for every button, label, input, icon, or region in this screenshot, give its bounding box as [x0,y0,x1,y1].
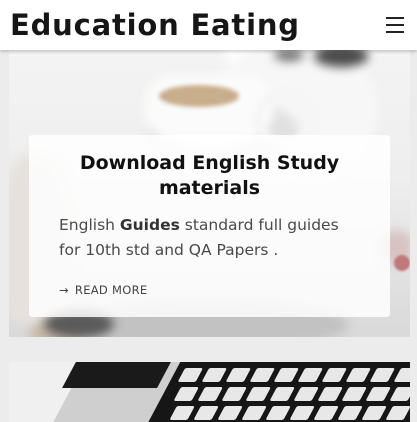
hamburger-menu-icon[interactable] [383,13,407,37]
keyboard-key [201,368,228,382]
site-header: Education Eating [0,0,417,50]
excerpt-bold-text: Guides [119,216,180,234]
keyboard-key [241,406,267,420]
keyboard-key [317,387,343,401]
keyboard-key [341,387,367,401]
keyboard-key [313,406,339,420]
keyboard-key [389,387,410,401]
keyboard-key [249,368,276,382]
menu-line [386,17,404,19]
arrow-right-icon: → [59,283,69,297]
keyboard-key [225,368,252,382]
keyboard-key [173,387,199,401]
keyboard-key [217,406,243,420]
keyboard-key [177,368,204,382]
keyboard-key [197,387,223,401]
food-shape [274,49,304,61]
keyboard-key [337,406,363,420]
excerpt-text: English [59,216,120,234]
keyboard-key [273,368,300,382]
keyboard-key [169,406,195,420]
post-title[interactable]: Download English Study materials [29,151,390,201]
keyboard-key [293,387,319,401]
coffee-shape [159,85,239,107]
post-overlay-card: Download English Study materials English… [29,135,390,317]
site-title[interactable]: Education Eating [10,5,300,45]
post-excerpt: English Guides standard full guides for … [59,213,364,263]
keyboard-key [269,387,295,401]
menu-line [386,24,404,26]
keyboard-key [321,368,348,382]
keyboard-key [289,406,315,420]
keyboard-key [393,368,410,382]
keyboard-key [265,406,291,420]
keyboard-key [361,406,387,420]
keyboard-key [245,387,271,401]
fruit-shape [394,255,410,271]
keyboard-key [345,368,372,382]
laptop-screen-shape [62,362,171,388]
menu-line [386,31,404,33]
post-card[interactable] [9,362,410,422]
keyboard-key [385,406,410,420]
laptop-keyboard-shape [137,362,410,422]
keyboard-key [369,368,396,382]
read-more-label: Read More [74,283,148,297]
keyboard-key [365,387,391,401]
keyboard-key [221,387,247,401]
keyboard-key [297,368,324,382]
read-more-link[interactable]: → Read More [59,283,147,297]
keyboard-key [193,406,219,420]
